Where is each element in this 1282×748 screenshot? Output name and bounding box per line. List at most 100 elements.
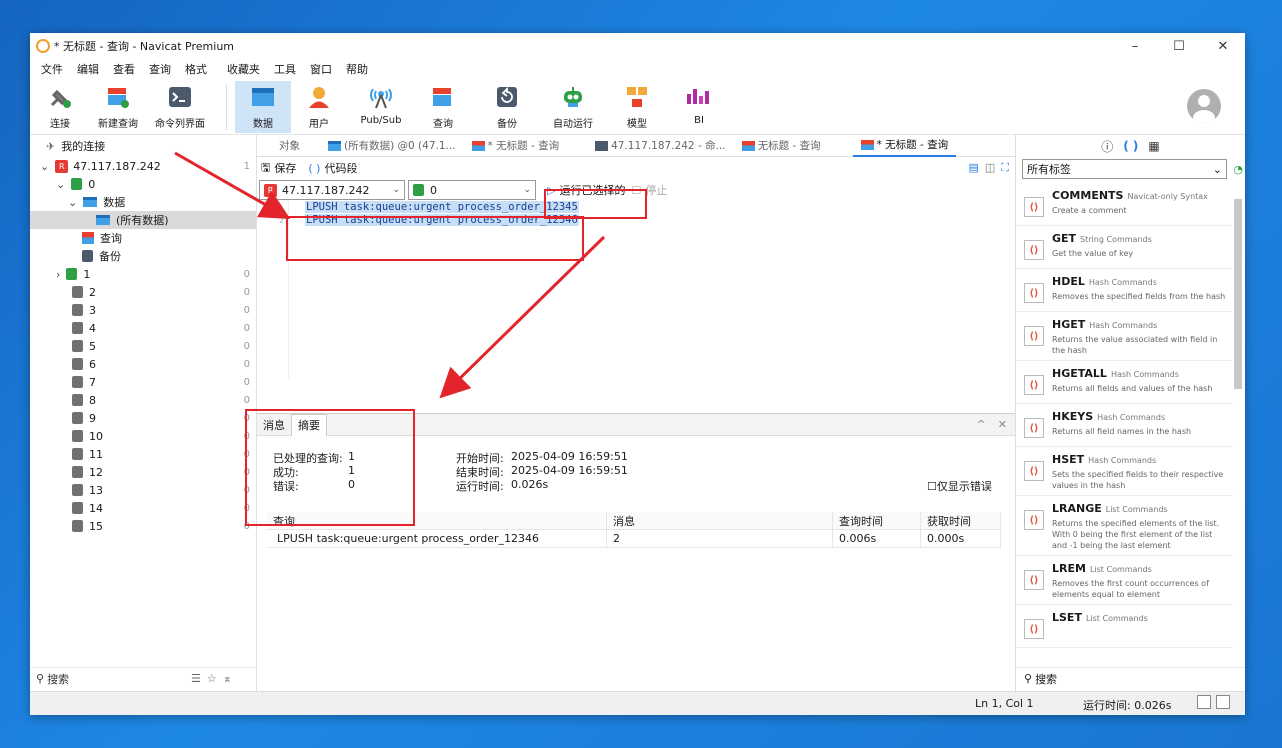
snippet-item[interactable]: ⟨⟩ HGETALL Hash Commands Returns all fields… xyxy=(1016,361,1233,404)
menu-edit[interactable]: 编辑 xyxy=(70,61,106,77)
show-errors-checkbox[interactable]: ☐仅显示错误 xyxy=(927,478,992,494)
snippet-item[interactable]: ⟨⟩ HDEL Hash Commands Removes the specified… xyxy=(1016,269,1233,312)
tab-query-1[interactable]: * 无标题 - 查询 xyxy=(464,135,568,157)
filter-icon[interactable]: ☰ xyxy=(191,672,201,685)
menu-tools[interactable]: 工具 xyxy=(267,61,303,77)
snippet-item[interactable]: ⟨⟩ LRANGE List Commands Returns the specifi… xyxy=(1016,496,1233,556)
tree-db-14[interactable]: 14 0 xyxy=(30,499,256,517)
column-header[interactable]: 消息 xyxy=(607,511,833,530)
snippet-item[interactable]: ⟨⟩ GET String Commands Get the value of key xyxy=(1016,226,1233,269)
tree-db-12[interactable]: 12 0 xyxy=(30,463,256,481)
snippet-item[interactable]: ⟨⟩ HSET Hash Commands Sets the specified fi… xyxy=(1016,447,1233,496)
close-panel-icon[interactable]: ✕ xyxy=(992,418,1013,431)
snippet-scrollbar[interactable] xyxy=(1233,179,1243,689)
add-snippet-icon[interactable]: ◔ xyxy=(1233,163,1243,176)
tree-db-11[interactable]: 11 0 xyxy=(30,445,256,463)
tree-db-7[interactable]: 70 xyxy=(30,373,256,391)
grid-icon[interactable]: ▦ xyxy=(1148,139,1159,153)
tree-backup[interactable]: 备份 xyxy=(30,247,256,265)
snippet-item[interactable]: ⟨⟩ LSET List Commands xyxy=(1016,605,1233,648)
tree-db-4[interactable]: 40 xyxy=(30,319,256,337)
data-button[interactable]: 数据 xyxy=(235,81,291,133)
navicat-logo-icon xyxy=(36,39,50,53)
code-icon[interactable]: ( ) xyxy=(1123,139,1138,153)
minimize-button[interactable]: – xyxy=(1113,39,1157,54)
backup-button[interactable]: 备份 xyxy=(471,81,543,133)
database-select[interactable]: 0 ⌄ xyxy=(408,180,536,200)
tree-server[interactable]: ⌄ R 47.117.187.242 1 xyxy=(30,157,256,175)
account-avatar[interactable] xyxy=(1187,89,1221,123)
star-icon[interactable]: ☆ xyxy=(207,672,217,685)
terminal-icon xyxy=(167,84,193,110)
my-connections-header[interactable]: ✈ 我的连接 xyxy=(30,135,256,157)
connection-select[interactable]: R 47.117.187.242 ⌄ xyxy=(259,180,405,200)
tree-data[interactable]: ⌄ 数据 xyxy=(30,193,256,211)
end-time-value: 2025-04-09 16:59:51 xyxy=(511,464,628,477)
tag-select[interactable]: 所有标签 ⌄ ◔ xyxy=(1022,159,1243,179)
snippet-category: List Commands xyxy=(1085,614,1148,623)
query-button[interactable]: 查询 xyxy=(415,81,471,133)
connect-button[interactable]: 连接 xyxy=(32,81,88,133)
user-button[interactable]: 用户 xyxy=(291,81,347,133)
snippet-item[interactable]: ⟨⟩ HGET Hash Commands Returns the value ass… xyxy=(1016,312,1233,361)
close-button[interactable]: ✕ xyxy=(1201,39,1245,54)
layout-split-h-icon[interactable]: ▤ xyxy=(968,161,978,175)
tab-query-2[interactable]: 无标题 - 查询 xyxy=(734,135,829,157)
menu-view[interactable]: 查看 xyxy=(106,61,142,77)
tree-db-0[interactable]: ⌄ 0 xyxy=(30,175,256,193)
snippet-item[interactable]: ⟨⟩ LREM List Commands Removes the first cou… xyxy=(1016,556,1233,605)
menu-favorites[interactable]: 收藏夹 xyxy=(220,61,267,77)
tab-all-data[interactable]: (所有数据) @0 (47.1... xyxy=(320,135,464,157)
tab-query-current[interactable]: * 无标题 - 查询 xyxy=(852,135,957,157)
tree-db-9[interactable]: 90 xyxy=(30,409,256,427)
panel-toggle-icon[interactable] xyxy=(1216,695,1230,709)
snippet-button[interactable]: ( ) 代码段 xyxy=(308,160,357,176)
sidebar-search[interactable]: ⚲ 搜索 ☰ ☆ ⌅ xyxy=(30,667,256,689)
tree-all-data[interactable]: (所有数据) xyxy=(30,211,256,229)
menu-window[interactable]: 窗口 xyxy=(303,61,339,77)
database-icon xyxy=(72,322,83,334)
code-line[interactable]: LPUSH task:queue:urgent process_order_12… xyxy=(305,201,579,213)
save-button[interactable]: 🖫 保存 xyxy=(261,159,296,178)
collapse-panel-icon[interactable]: ^ xyxy=(971,418,992,431)
menu-file[interactable]: 文件 xyxy=(34,61,70,77)
tab-objects[interactable]: 对象 xyxy=(257,135,320,157)
tree-db-3[interactable]: 30 xyxy=(30,301,256,319)
automation-button[interactable]: 自动运行 xyxy=(543,81,603,133)
db-name: 7 xyxy=(89,375,96,389)
collapse-icon[interactable]: ⌅ xyxy=(223,672,232,685)
table-row[interactable]: LPUSH task:queue:urgent process_order_12… xyxy=(267,529,1001,548)
new-query-button[interactable]: 新建查询 xyxy=(88,81,148,133)
snippet-item[interactable]: ⟨⟩ COMMENTS Navicat-only Syntax Create a co… xyxy=(1016,183,1233,226)
menu-query[interactable]: 查询 xyxy=(142,61,178,77)
model-icon xyxy=(624,84,650,110)
tree-db-13[interactable]: 13 0 xyxy=(30,481,256,499)
panel-toggle-icon[interactable] xyxy=(1197,695,1211,709)
tree-db-2[interactable]: 20 xyxy=(30,283,256,301)
tab-console[interactable]: 47.117.187.242 - 命... xyxy=(567,135,733,157)
pubsub-button[interactable]: Pub/Sub xyxy=(347,81,415,133)
bi-button[interactable]: BI xyxy=(671,81,727,133)
column-header[interactable]: 查询时间 xyxy=(833,511,921,530)
info-icon[interactable]: ⓘ xyxy=(1101,138,1113,155)
query-icon xyxy=(860,139,874,150)
layout-split-v-icon[interactable]: ◫ xyxy=(985,161,995,175)
column-header[interactable]: 获取时间 xyxy=(921,511,1001,530)
fullscreen-icon[interactable]: ⛶ xyxy=(1001,161,1009,175)
tree-db-1[interactable]: › 1 0 xyxy=(30,265,256,283)
tree-query[interactable]: 查询 xyxy=(30,229,256,247)
snippet-search[interactable]: ⚲ 搜索 xyxy=(1016,667,1245,689)
maximize-button[interactable]: ☐ xyxy=(1157,39,1201,54)
menu-help[interactable]: 帮助 xyxy=(339,61,375,77)
code-icon: ( ) xyxy=(308,161,321,175)
tree-db-6[interactable]: 60 xyxy=(30,355,256,373)
tree-db-5[interactable]: 50 xyxy=(30,337,256,355)
menu-format[interactable]: 格式 xyxy=(178,61,214,77)
model-button[interactable]: 模型 xyxy=(603,81,671,133)
tree-db-8[interactable]: 80 xyxy=(30,391,256,409)
snippet-item[interactable]: ⟨⟩ HKEYS Hash Commands Returns all field na… xyxy=(1016,404,1233,447)
tree-db-10[interactable]: 10 0 xyxy=(30,427,256,445)
snippet-name: LRANGE xyxy=(1052,502,1102,515)
console-button[interactable]: 命令列界面 xyxy=(148,81,212,133)
tree-db-15[interactable]: 15 0 xyxy=(30,517,256,535)
